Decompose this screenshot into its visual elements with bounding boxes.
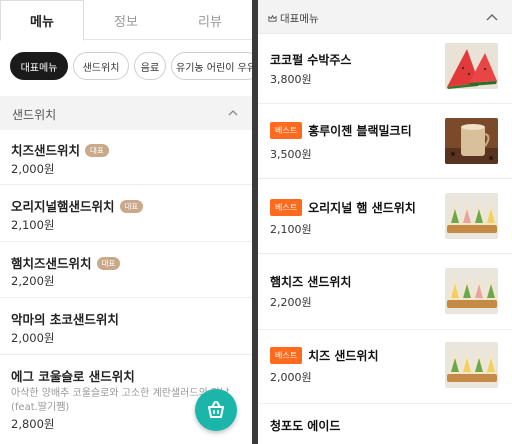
- menu-item-price: 2,200원: [11, 274, 55, 288]
- menu-item-price: 2,000원: [11, 331, 55, 345]
- chip-organic-milk[interactable]: 유기농 어린이 우유: [171, 52, 252, 80]
- menu-item-price: 2,100원: [11, 218, 55, 232]
- menu-item-name: 오리지널햄샌드위치 대표: [11, 196, 144, 215]
- menu-item-image: [445, 342, 498, 388]
- menu-item[interactable]: 오리지널햄샌드위치 대표 2,100원: [0, 185, 252, 242]
- menu-item-image: [445, 193, 498, 239]
- menu-item-name-text: 악마의 초코샌드위치: [11, 312, 119, 327]
- menu-item[interactable]: 베스트 치즈 샌드위치 2,000원: [258, 330, 512, 404]
- tab-label: 리뷰: [198, 14, 222, 30]
- menu-item-name: 햄치즈샌드위치 대표: [11, 253, 121, 272]
- best-badge: 베스트: [270, 122, 303, 139]
- menu-item[interactable]: 햄치즈샌드위치 대표 2,200원: [0, 242, 252, 298]
- chip-signature[interactable]: 대표메뉴: [10, 52, 68, 80]
- menu-item-name-text: 치즈 샌드위치: [308, 349, 379, 363]
- menu-item-price: 3,500원: [270, 148, 312, 161]
- menu-item-name-text: 치즈샌드위치: [11, 143, 81, 158]
- menu-item-image: [445, 268, 498, 314]
- menu-item-name-text: 코코펄 수박주스: [270, 53, 352, 67]
- section-title-text: 대표메뉴: [280, 13, 319, 25]
- menu-item-name: 베스트 치즈 샌드위치: [270, 347, 379, 364]
- menu-item[interactable]: 악마의 초코샌드위치 2,000원: [0, 298, 252, 355]
- menu-item-name: 베스트 홍루이젠 블랙밀크티: [270, 122, 412, 139]
- chip-drinks[interactable]: 음료: [134, 52, 166, 80]
- best-badge: 베스트: [270, 347, 303, 364]
- menu-item-name-text: 오리지널 햄 샌드위치: [308, 201, 416, 215]
- menu-item[interactable]: 코코펄 수박주스 3,800원: [258, 34, 512, 104]
- crown-icon: [268, 14, 277, 22]
- menu-item-name: 청포도 에이드: [270, 417, 340, 434]
- menu-item-price: 2,000원: [270, 371, 312, 384]
- menu-item-name: 베스트 오리지널 햄 샌드위치: [270, 199, 416, 216]
- app-root: 메뉴 정보 리뷰 대표메뉴 샌드위치 음료 유기농 어린이 우유 샌드위치 치즈…: [0, 0, 512, 444]
- menu-item-name-text: 오리지널햄샌드위치: [11, 199, 115, 214]
- menu-item-name-text: 햄치즈 샌드위치: [270, 275, 352, 289]
- menu-item-price: 2,800원: [11, 417, 55, 431]
- right-panel: 대표메뉴 코코펄 수박주스 3,800원 베스트 홍루이젠 블랙밀크티 3,50…: [258, 0, 512, 444]
- section-header-sandwich[interactable]: 샌드위치: [0, 96, 252, 130]
- section-title: 대표메뉴: [268, 11, 319, 26]
- tab-info[interactable]: 정보: [84, 0, 168, 40]
- menu-item[interactable]: 햄치즈 샌드위치 2,200원: [258, 254, 512, 330]
- menu-item[interactable]: 베스트 오리지널 햄 샌드위치 2,100원: [258, 179, 512, 254]
- tab-label: 정보: [114, 14, 138, 30]
- category-chips: 대표메뉴 샌드위치 음료 유기농 어린이 우유: [10, 52, 252, 82]
- cart-button[interactable]: [195, 389, 237, 431]
- menu-item-image: [445, 118, 498, 164]
- tab-bar: 메뉴 정보 리뷰: [0, 0, 252, 41]
- best-badge: 베스트: [270, 199, 303, 216]
- menu-item-price: 2,200원: [270, 296, 312, 309]
- menu-item-name-text: 청포도 에이드: [270, 419, 341, 433]
- menu-item-price: 3,800원: [270, 73, 312, 86]
- section-title: 샌드위치: [12, 108, 57, 122]
- menu-item-name: 에그 코울슬로 샌드위치: [11, 366, 135, 385]
- tab-menu[interactable]: 메뉴: [0, 0, 84, 41]
- menu-item-name: 악마의 초코샌드위치: [11, 309, 119, 328]
- menu-item-name-text: 홍루이젠 블랙밀크티: [308, 124, 412, 138]
- chevron-up-icon: [486, 14, 498, 21]
- menu-item-name-text: 햄치즈샌드위치: [11, 256, 92, 271]
- menu-item-price: 2,000원: [11, 162, 55, 176]
- menu-item-description-2: (feat.딸기쨈): [11, 402, 70, 413]
- menu-item[interactable]: 베스트 홍루이젠 블랙밀크티 3,500원: [258, 104, 512, 179]
- chevron-up-icon: [228, 110, 238, 116]
- menu-item-price: 2,100원: [270, 223, 312, 236]
- signature-tag: 대표: [85, 144, 109, 157]
- menu-item-image: [445, 43, 498, 89]
- menu-item[interactable]: 치즈샌드위치 대표 2,000원: [0, 130, 252, 185]
- menu-item-name: 코코펄 수박주스: [270, 51, 351, 68]
- menu-item-name: 치즈샌드위치 대표: [11, 140, 109, 159]
- menu-item[interactable]: 청포도 에이드: [258, 404, 512, 444]
- chip-sandwich[interactable]: 샌드위치: [73, 52, 129, 80]
- tab-review[interactable]: 리뷰: [168, 0, 252, 40]
- section-header-signature[interactable]: 대표메뉴: [258, 0, 512, 34]
- cart-icon: [208, 401, 224, 418]
- signature-tag: 대표: [119, 200, 144, 213]
- menu-item-name-text: 에그 코울슬로 샌드위치: [11, 369, 135, 384]
- left-panel: 메뉴 정보 리뷰 대표메뉴 샌드위치 음료 유기농 어린이 우유 샌드위치 치즈…: [0, 0, 252, 444]
- tab-label: 메뉴: [30, 15, 54, 30]
- menu-item-description: 아삭한 양배추 코울슬로와 고소한 계란샐러드의 만남: [11, 388, 230, 399]
- signature-tag: 대표: [96, 257, 121, 270]
- menu-item-name: 햄치즈 샌드위치: [270, 273, 351, 290]
